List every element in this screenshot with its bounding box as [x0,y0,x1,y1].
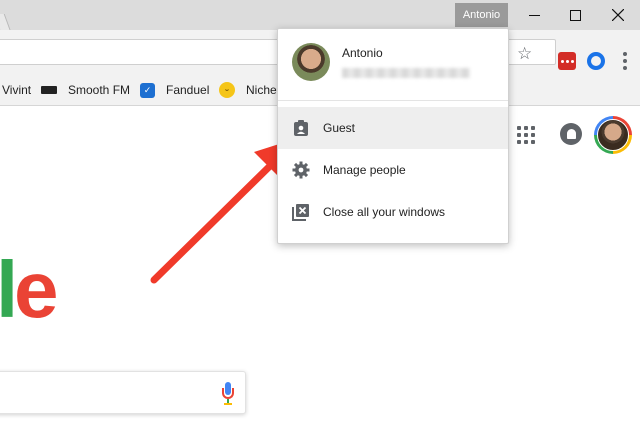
search-input[interactable] [0,371,246,414]
profile-name-button[interactable]: Antonio [455,3,508,27]
profile-menu-name: Antonio [342,46,383,60]
shield-icon: ✓ [140,83,155,98]
maximize-icon [569,9,581,21]
account-avatar[interactable] [594,116,632,154]
blue-ring-icon[interactable] [587,52,605,70]
menu-item-guest[interactable]: Guest [278,107,508,149]
bookmark-niche[interactable]: Niche [246,74,277,106]
close-icon [612,9,624,21]
guest-badge-icon [294,120,308,136]
gear-icon [292,161,310,179]
logo-letter-e: e [14,245,58,334]
minimize-button[interactable] [512,0,556,30]
bookmark-fanduel[interactable]: Fanduel [166,74,209,106]
minimize-icon [528,14,540,16]
profile-avatar [292,43,330,81]
menu-item-close-windows[interactable]: Close all your windows [278,191,508,233]
menu-item-label: Close all your windows [323,205,446,219]
bookmark-smooth-fm[interactable]: Smooth FM [68,74,130,106]
menu-item-manage-people[interactable]: Manage people [278,149,508,191]
bookmark-vivint[interactable]: Vivint [2,74,31,106]
smiley-icon: ᵕ [219,82,235,98]
menu-item-label: Guest [323,121,356,135]
title-bar: Antonio [0,0,640,32]
close-windows-icon [292,204,309,221]
blurred-email [342,68,470,78]
star-icon[interactable]: ☆ [517,45,532,62]
maximize-button[interactable] [553,0,597,30]
lastpass-icon[interactable] [558,52,576,70]
radio-icon [41,86,57,94]
notifications-bell-icon[interactable] [560,123,582,145]
microphone-icon[interactable] [222,382,234,406]
profile-menu: Antonio Guest Manage people Close all yo… [277,28,509,244]
menu-item-label: Manage people [323,163,406,177]
close-button[interactable] [596,0,640,30]
avatar-photo [597,119,629,151]
apps-grid-icon[interactable] [517,126,535,144]
kebab-menu-icon[interactable] [623,52,627,70]
profile-menu-header[interactable]: Antonio [278,29,508,101]
